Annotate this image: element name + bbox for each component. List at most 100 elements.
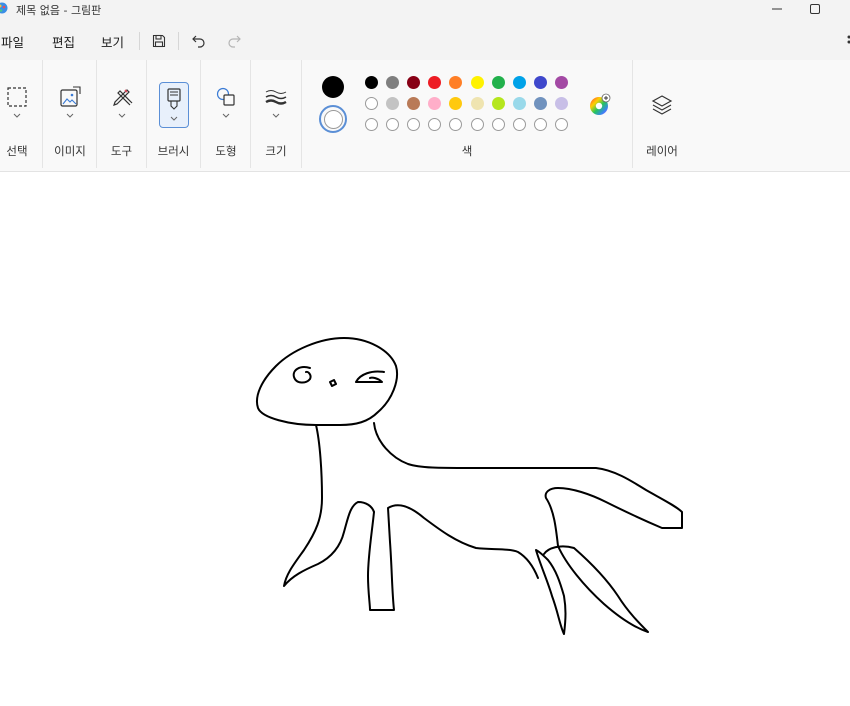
redo-button[interactable] [221, 28, 247, 54]
color-swatch[interactable] [428, 76, 442, 89]
layers-icon [651, 95, 673, 115]
tools-label: 도구 [110, 144, 133, 158]
color-swatch[interactable] [470, 97, 484, 110]
color-swatch[interactable] [491, 76, 505, 89]
color-wheel-icon [590, 93, 611, 115]
chevron-down-icon[interactable] [271, 112, 281, 120]
ribbon: 선택 이미지 도구 브러시 도형 크기 색 레이어 [0, 60, 850, 172]
doodle-left-eye [292, 366, 312, 384]
empty-color-slot[interactable] [533, 118, 547, 131]
empty-color-slot[interactable] [386, 118, 400, 131]
maximize-button[interactable] [792, 0, 838, 18]
color-swatch[interactable] [449, 76, 463, 89]
empty-color-slot[interactable] [470, 118, 484, 131]
settings-icon[interactable] [844, 34, 850, 46]
brushes-label: 브러시 [157, 144, 190, 158]
size-label: 크기 [265, 144, 287, 158]
color-swatch[interactable] [512, 97, 526, 110]
color-swatch[interactable] [365, 76, 378, 89]
shapes-label: 도형 [215, 144, 237, 158]
empty-color-slot[interactable] [554, 118, 568, 131]
color-swatch[interactable] [386, 76, 400, 89]
doodle-mouth [329, 379, 337, 387]
tools-group[interactable]: 도구 [97, 60, 146, 171]
color-swatch[interactable] [554, 76, 568, 89]
doodle-front-leg-outer [283, 424, 375, 587]
chevron-down-icon[interactable] [65, 112, 75, 120]
doodle-right-eye [355, 370, 385, 383]
menu-edit[interactable]: 편집 [52, 32, 75, 51]
color-swatch[interactable] [533, 76, 547, 89]
color-swatch[interactable] [386, 97, 400, 110]
size-button[interactable] [263, 84, 289, 110]
primary-color[interactable] [322, 76, 344, 98]
color-swatch[interactable] [533, 97, 547, 110]
color-swatch[interactable] [449, 97, 463, 110]
menu-bar: 파일 편집 보기 [0, 24, 850, 56]
color-swatch[interactable] [470, 76, 484, 89]
image-group[interactable]: 이미지 [43, 60, 97, 171]
redo-icon [228, 35, 241, 48]
color-swatch[interactable] [554, 97, 568, 110]
menu-view[interactable]: 보기 [101, 32, 124, 51]
save-icon [152, 34, 166, 48]
empty-color-slot[interactable] [365, 118, 378, 131]
minimize-icon [772, 8, 782, 10]
title-bar: 제목 없음 - 그림판 [0, 0, 850, 20]
select-button[interactable] [4, 84, 30, 110]
paint-app-icon [0, 2, 8, 14]
layers-group[interactable]: 레이어 [633, 60, 691, 171]
doodle-front-leg-inner [367, 504, 539, 611]
select-group[interactable]: 선택 [0, 60, 42, 171]
image-button[interactable] [57, 84, 83, 110]
select-label: 선택 [6, 144, 28, 158]
doodle-drawing [256, 337, 683, 635]
empty-color-slot[interactable] [449, 118, 463, 131]
chevron-down-icon[interactable] [12, 112, 22, 120]
layers-button[interactable] [649, 92, 675, 118]
undo-button[interactable] [186, 28, 212, 54]
color-swatch[interactable] [407, 97, 421, 110]
color-swatch[interactable] [365, 97, 378, 110]
toolbar-separator [139, 32, 140, 50]
drawing-canvas[interactable] [0, 172, 850, 706]
empty-color-slot[interactable] [491, 118, 505, 131]
chevron-down-icon[interactable] [169, 115, 179, 123]
maximize-icon [810, 4, 820, 14]
empty-color-slot[interactable] [407, 118, 421, 131]
color-swatch[interactable] [512, 76, 526, 89]
colors-group: 색 [302, 60, 632, 171]
shapes-button[interactable] [213, 84, 239, 110]
color-swatch[interactable] [407, 76, 421, 89]
image-label: 이미지 [54, 144, 86, 158]
size-group[interactable]: 크기 [251, 60, 301, 171]
secondary-color[interactable] [319, 105, 347, 133]
window-title: 제목 없음 - 그림판 [16, 4, 102, 17]
doodle-neck-back [373, 422, 683, 547]
pencil-eraser-icon [112, 89, 132, 106]
shapes-group[interactable]: 도형 [201, 60, 251, 171]
undo-icon [192, 35, 205, 48]
tools-button[interactable] [109, 84, 135, 110]
edit-colors-button[interactable] [588, 93, 612, 117]
chevron-down-icon[interactable] [117, 112, 127, 120]
chevron-down-icon[interactable] [221, 112, 231, 120]
secondary-color-fill [323, 109, 343, 129]
brushes-button[interactable] [159, 82, 189, 128]
line-size-icon [265, 90, 287, 105]
image-resize-icon [60, 86, 81, 107]
colors-label: 색 [461, 144, 473, 158]
empty-color-slot[interactable] [512, 118, 526, 131]
toolbar-separator [178, 32, 179, 50]
brushes-group[interactable]: 브러시 [147, 60, 200, 171]
save-button[interactable] [146, 28, 172, 54]
selection-rectangle-icon [7, 87, 27, 107]
color-swatch[interactable] [428, 97, 442, 110]
layers-label: 레이어 [646, 144, 678, 158]
doodle-hind-leg-left [535, 549, 567, 635]
menu-file[interactable]: 파일 [1, 32, 24, 51]
shapes-icon [216, 87, 235, 106]
brush-icon [167, 88, 181, 110]
empty-color-slot[interactable] [428, 118, 442, 131]
color-swatch[interactable] [491, 97, 505, 110]
